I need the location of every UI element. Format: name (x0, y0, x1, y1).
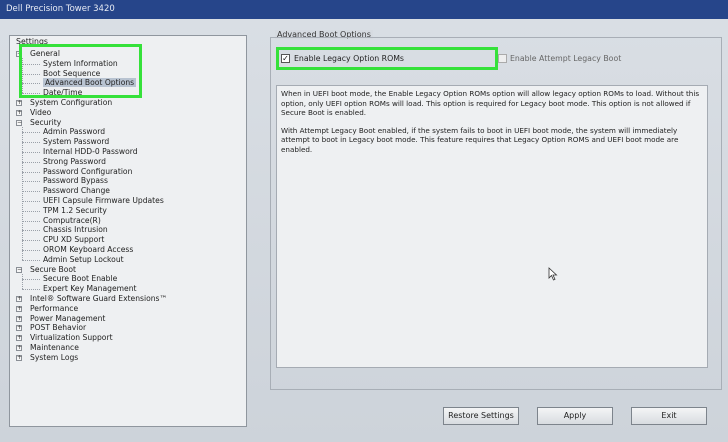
tree-item-label: POST Behavior (30, 323, 87, 333)
collapse-icon[interactable]: − (16, 119, 22, 126)
highlight-annotation-option (276, 47, 498, 70)
tree-item-tpm-1-2-security[interactable]: TPM 1.2 Security (43, 206, 107, 216)
expand-icon[interactable]: + (16, 100, 22, 106)
tree-item-internal-hdd-0-password[interactable]: Internal HDD-0 Password (43, 147, 138, 157)
collapse-icon[interactable]: − (16, 266, 22, 273)
tree-item-label: Password Configuration (43, 166, 133, 176)
mouse-cursor-icon (548, 267, 558, 281)
tree-connector (22, 230, 40, 232)
tree-item-label: UEFI Capsule Firmware Updates (43, 196, 164, 205)
tree-item-label: System Password (43, 137, 110, 147)
exit-button[interactable]: Exit (631, 407, 707, 425)
expand-icon[interactable]: + (16, 315, 22, 322)
tree-connector (22, 240, 40, 242)
tree-item-video[interactable]: Video (30, 108, 51, 118)
expand-icon[interactable]: + (16, 354, 22, 361)
tree-item-system-password[interactable]: System Password (43, 137, 109, 147)
tree-connector (22, 171, 40, 173)
tree-item-security[interactable]: Security (30, 118, 61, 128)
tree-connector (22, 201, 40, 202)
expand-icon[interactable]: + (16, 305, 22, 312)
tree-item-password-change[interactable]: Password Change (43, 186, 110, 196)
tree-item-power-management[interactable]: Power Management (30, 314, 105, 324)
tree-connector (22, 220, 40, 222)
description-paragraph-2: With Attempt Legacy Boot enabled, if the… (281, 125, 679, 154)
tree-item-system-configuration[interactable]: System Configuration (30, 98, 112, 108)
tree-item-label: OROM Keyboard Access (43, 245, 134, 254)
tree-connector (22, 289, 40, 291)
tree-item-strong-password[interactable]: Strong Password (43, 157, 106, 167)
tree-item-admin-setup-lockout[interactable]: Admin Setup Lockout (43, 255, 124, 265)
tree-item-post-behavior[interactable]: POST Behavior (30, 323, 86, 333)
tree-connector (22, 142, 40, 144)
tree-item-label: Security (30, 117, 62, 127)
tree-item-label: Chassis Intrusion (43, 225, 108, 235)
tree-item-label: Expert Key Management (43, 284, 137, 294)
tree-connector (22, 126, 23, 260)
expand-icon[interactable]: + (16, 109, 22, 116)
tree-item-label: Password Bypass (43, 176, 108, 186)
tree-item-secure-boot[interactable]: Secure Boot (30, 265, 76, 275)
tree-item-label: Intel® Software Guard Extensions™ (30, 294, 168, 303)
window-title: Dell Precision Tower 3420 (0, 0, 728, 19)
tree-item-label: Password Change (43, 186, 110, 196)
tree-item-label: System Configuration (30, 98, 113, 107)
tree-connector (22, 181, 40, 183)
tree-connector (22, 152, 40, 153)
tree-item-label: Virtualization Support (30, 333, 113, 343)
tree-connector (22, 279, 40, 281)
tree-item-label: Secure Boot Enable (43, 274, 118, 284)
tree-item-label: Computrace(R) (43, 215, 101, 225)
tree-item-label: Video (30, 107, 52, 117)
apply-button[interactable]: Apply (537, 407, 613, 425)
expand-icon[interactable]: + (16, 335, 22, 342)
tree-item-chassis-intrusion[interactable]: Chassis Intrusion (43, 225, 108, 235)
tree-item-password-configuration[interactable]: Password Configuration (43, 167, 132, 177)
tree-item-system-logs[interactable]: System Logs (30, 353, 78, 363)
tree-item-password-bypass[interactable]: Password Bypass (43, 176, 108, 186)
tree-item-maintenance[interactable]: Maintenance (30, 343, 79, 353)
tree-item-admin-password[interactable]: Admin Password (43, 127, 105, 137)
expand-icon[interactable]: + (16, 345, 22, 351)
tree-connector (22, 210, 40, 212)
tree-item-label: Secure Boot (30, 264, 76, 274)
tree-connector (22, 191, 40, 193)
highlight-annotation-tree (19, 44, 142, 98)
tree-connector (22, 273, 23, 290)
tree-connector (22, 259, 40, 261)
bios-screen: Settings General − System Information Boot … (0, 19, 728, 442)
tree-item-performance[interactable]: Performance (30, 304, 78, 314)
tree-item-expert-key-management[interactable]: Expert Key Management (43, 284, 137, 294)
expand-icon[interactable]: + (16, 325, 22, 332)
tree-item-computrace-r[interactable]: Computrace(R) (43, 216, 101, 226)
tree-item-virtualization-support[interactable]: Virtualization Support (30, 333, 113, 343)
tree-item-label: Internal HDD-0 Password (43, 147, 138, 156)
attempt-legacy-boot-checkbox[interactable] (498, 54, 507, 63)
tree-item-secure-boot-enable[interactable]: Secure Boot Enable (43, 274, 117, 284)
tree-item-uefi-capsule-firmware-updates[interactable]: UEFI Capsule Firmware Updates (43, 196, 164, 206)
attempt-legacy-boot-label[interactable]: Enable Attempt Legacy Boot (510, 53, 621, 65)
tree-item-label: Strong Password (43, 156, 106, 166)
tree-item-label: Admin Setup Lockout (43, 254, 124, 264)
tree-connector (22, 161, 40, 163)
tree-item-label: System Logs (30, 352, 79, 362)
tree-item-label: TPM 1.2 Security (43, 205, 107, 215)
tree-item-cpu-xd-support[interactable]: CPU XD Support (43, 235, 104, 245)
expand-icon[interactable]: + (16, 296, 22, 302)
tree-item-label: Admin Password (43, 127, 106, 137)
tree-connector (22, 250, 40, 251)
tree-item-orom-keyboard-access[interactable]: OROM Keyboard Access (43, 245, 133, 255)
tree-item-label: Power Management (30, 313, 106, 323)
description-paragraph-1: When in UEFI boot mode, the Enable Legac… (281, 89, 700, 117)
description-box: When in UEFI boot mode, the Enable Legac… (276, 85, 708, 368)
tree-item-label: Maintenance (30, 343, 79, 352)
tree-item-intel-software-guard-extensions[interactable]: Intel® Software Guard Extensions™ (30, 294, 167, 304)
tree-item-label: Performance (30, 303, 79, 313)
tree-connector (22, 132, 40, 134)
tree-item-label: CPU XD Support (43, 235, 105, 245)
restore-settings-button[interactable]: Restore Settings (443, 407, 519, 425)
